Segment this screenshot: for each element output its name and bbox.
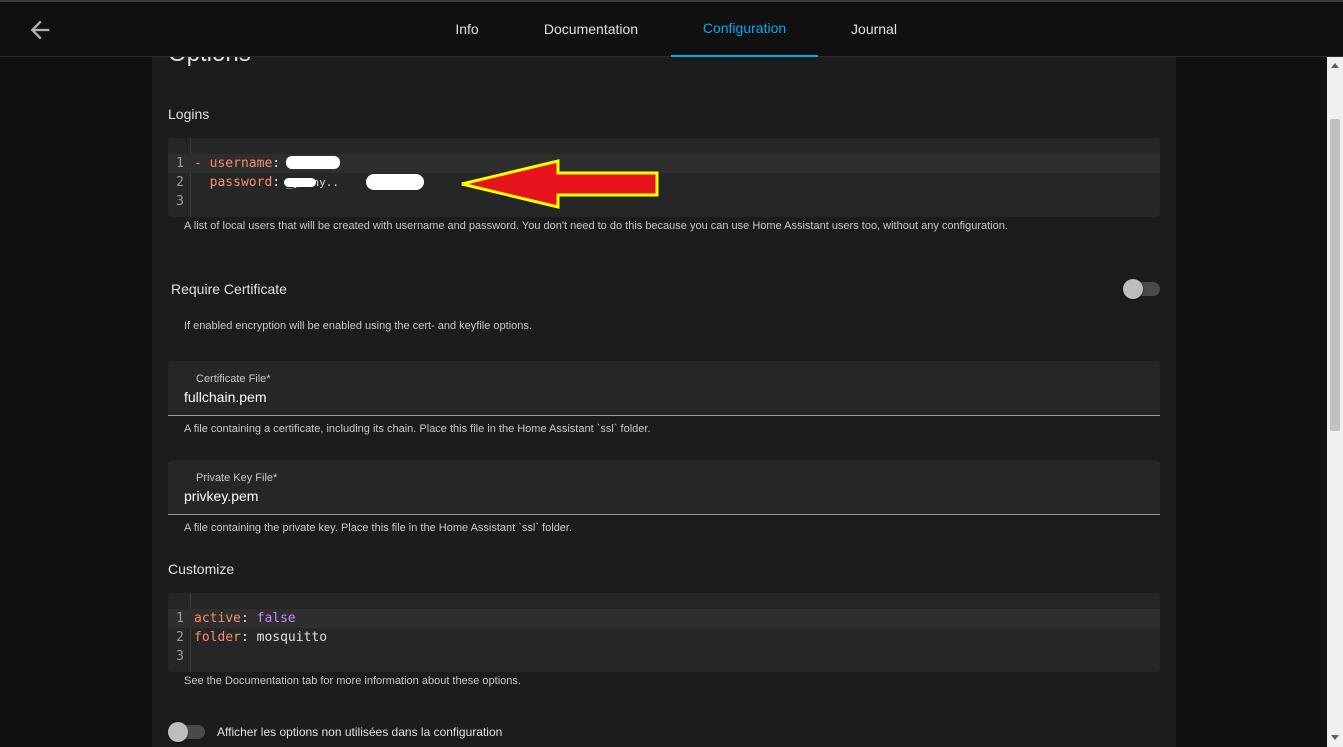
code-text: folder: mosquitto xyxy=(194,628,327,647)
code-text: active: false xyxy=(194,609,296,628)
redaction-mark xyxy=(284,178,316,187)
line-number: 3 xyxy=(176,194,184,209)
logins-helper-text: A list of local users that will be creat… xyxy=(184,220,1008,232)
redaction-mark xyxy=(366,174,424,190)
yaml-value-folder: mosquitto xyxy=(256,630,328,645)
tab-info-label: Info xyxy=(455,20,479,37)
code-line: 3 xyxy=(168,192,1160,211)
yaml-separator: : xyxy=(240,630,257,645)
line-number: 3 xyxy=(176,649,184,664)
toggle-knob xyxy=(1123,279,1143,299)
line-number: 2 xyxy=(176,175,184,190)
code-text: - username: xyxy=(194,154,288,173)
keyfile-helper: A file containing the private key. Place… xyxy=(184,522,573,534)
yaml-key-password: password xyxy=(209,175,273,190)
code-line: 3 xyxy=(168,647,1160,666)
back-button[interactable] xyxy=(26,16,54,44)
tab-journal-label: Journal xyxy=(851,20,897,37)
top-app-bar: Info Documentation Configuration Journal xyxy=(0,0,1343,57)
show-unused-label: Afficher les options non utilisées dans … xyxy=(217,725,503,739)
line-number: 2 xyxy=(176,630,184,645)
keyfile-value: privkey.pem xyxy=(184,488,259,504)
line-number: 1 xyxy=(176,156,184,171)
code-line: 1 active: false xyxy=(168,609,1160,628)
tab-documentation-label: Documentation xyxy=(543,20,639,37)
customize-title: Customize xyxy=(168,561,235,577)
code-text: password: xyxy=(194,173,288,192)
yaml-key-folder: folder xyxy=(194,630,241,645)
certfile-helper: A file containing a certificate, includi… xyxy=(184,423,651,435)
scroll-up-icon[interactable] xyxy=(1331,63,1339,68)
tab-configuration[interactable]: Configuration xyxy=(671,0,818,57)
yaml-key-username: username xyxy=(209,156,273,171)
page-scrollbar[interactable] xyxy=(1327,57,1343,747)
arrow-left-icon xyxy=(30,20,50,40)
certfile-field[interactable]: Certificate File* fullchain.pem xyxy=(168,361,1160,416)
tab-documentation[interactable]: Documentation xyxy=(530,0,652,57)
toggle-knob xyxy=(168,722,188,742)
tab-journal[interactable]: Journal xyxy=(838,0,910,57)
redaction-mark xyxy=(286,156,340,169)
require-certificate-toggle[interactable] xyxy=(1123,279,1160,299)
certfile-value: fullchain.pem xyxy=(184,389,267,405)
code-line: 2 folder: mosquitto xyxy=(168,628,1160,647)
show-unused-toggle[interactable] xyxy=(168,722,205,742)
require-certificate-helper: If enabled encryption will be enabled us… xyxy=(184,320,532,332)
yaml-dash: - xyxy=(194,156,210,171)
yaml-indent xyxy=(194,175,210,190)
scrollbar-thumb[interactable] xyxy=(1330,119,1340,431)
yaml-key-active: active xyxy=(194,611,241,626)
certfile-label: Certificate File* xyxy=(196,373,271,385)
yaml-separator: : xyxy=(240,611,257,626)
code-line: 2 password: _jonny.. xyxy=(168,173,1160,192)
customize-code-editor[interactable]: 1 active: false 2 folder: mosquitto 3 xyxy=(168,593,1160,672)
logins-title: Logins xyxy=(168,106,210,122)
tab-info[interactable]: Info xyxy=(437,0,497,57)
arrow-left-annotation-icon xyxy=(461,159,659,209)
customize-helper: See the Documentation tab for more infor… xyxy=(184,675,521,687)
require-certificate-title: Require Certificate xyxy=(171,281,287,297)
line-number: 1 xyxy=(176,611,184,626)
keyfile-field[interactable]: Private Key File* privkey.pem xyxy=(168,460,1160,515)
yaml-value-active: false xyxy=(256,611,296,626)
scroll-down-icon[interactable] xyxy=(1331,735,1339,740)
logins-code-editor[interactable]: 1 - username: 2 password: _jonny.. 3 xyxy=(168,138,1160,217)
tab-configuration-label: Configuration xyxy=(702,19,787,36)
keyfile-label: Private Key File* xyxy=(196,472,278,484)
